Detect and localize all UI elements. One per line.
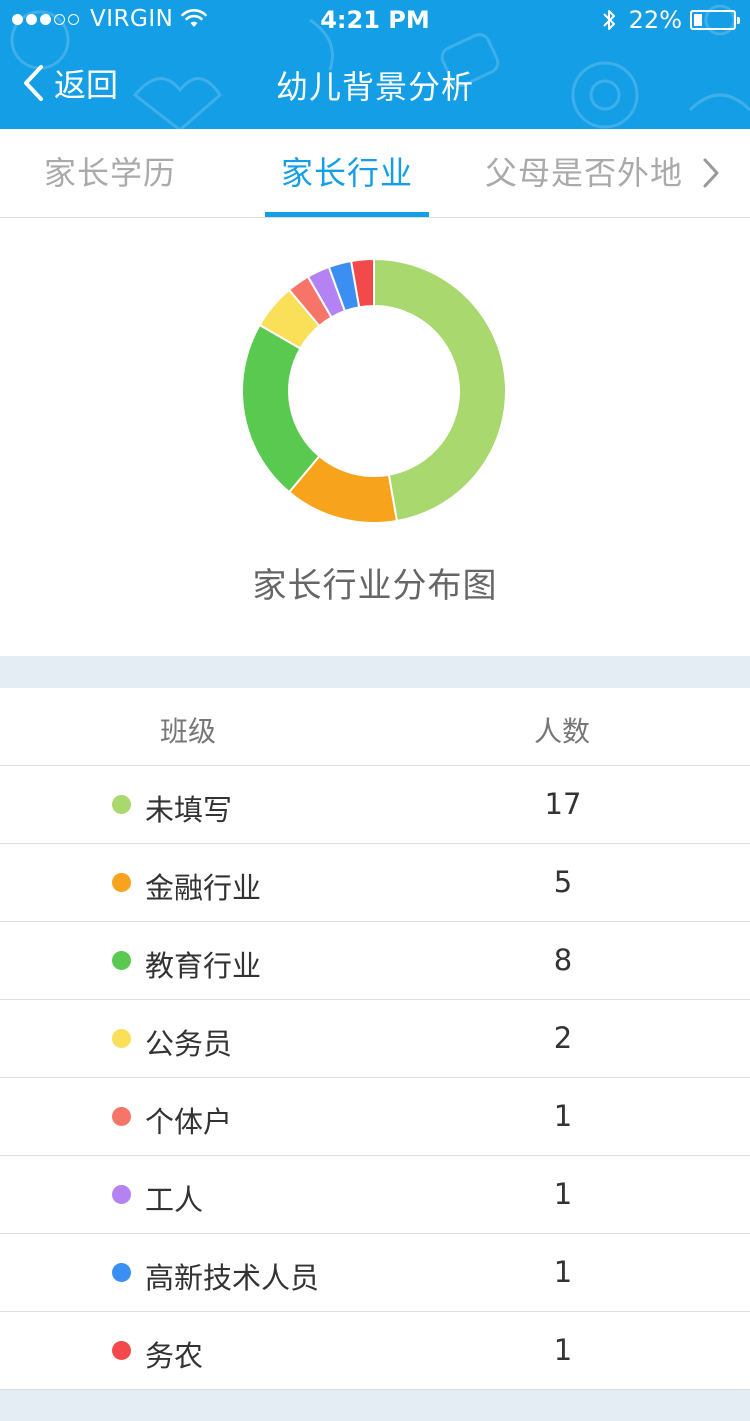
status-right: 22%	[601, 6, 740, 34]
row-label: 务农	[145, 1339, 204, 1373]
table-header: 班级 人数	[0, 688, 750, 766]
legend-color-dot	[112, 951, 131, 970]
table-row: 教育行业 8	[0, 922, 750, 1000]
table-row: 公务员 2	[0, 1000, 750, 1078]
row-label: 高新技术人员	[145, 1261, 320, 1295]
row-count: 1	[553, 1099, 573, 1133]
header-bar: VIRGIN 4:21 PM 22% 返回 幼儿背景分析	[0, 0, 750, 129]
table-row: 务农 1	[0, 1312, 750, 1390]
table-row: 个体户 1	[0, 1078, 750, 1156]
chart-title: 家长行业分布图	[252, 566, 498, 606]
row-label: 公务员	[145, 1027, 233, 1061]
page-title: 幼儿背景分析	[275, 68, 474, 106]
tab-parent-industry[interactable]: 家长行业	[265, 129, 429, 218]
legend-color-dot	[112, 1263, 131, 1282]
industry-table: 班级 人数 未填写 17 金融行业 5 教育行业 8 公务员 2 个体户 1 工人 1 高新技术人员 1 务…	[0, 688, 750, 1390]
table-row: 高新技术人员 1	[0, 1234, 750, 1312]
active-tab-indicator	[265, 212, 429, 217]
status-bar: VIRGIN 4:21 PM 22%	[0, 0, 750, 40]
column-header-count: 人数	[534, 715, 591, 748]
tab-parents-nonlocal[interactable]: 父母是否外地	[478, 129, 690, 218]
tab-bar: 家长学历 家长行业 父母是否外地	[0, 129, 750, 218]
row-count: 1	[553, 1333, 573, 1367]
legend-color-dot	[112, 1029, 131, 1048]
row-label: 金融行业	[145, 871, 262, 905]
table-row: 金融行业 5	[0, 844, 750, 922]
row-count: 1	[553, 1177, 573, 1211]
donut-slice	[241, 323, 321, 494]
nav-bar: 返回 幼儿背景分析	[0, 40, 750, 129]
battery-percent: 22%	[628, 6, 682, 34]
legend-color-dot	[112, 873, 131, 892]
tab-parent-education[interactable]: 家长学历	[20, 129, 200, 218]
battery-fill	[694, 14, 702, 26]
bluetooth-icon	[602, 10, 615, 30]
chevron-right-icon[interactable]	[700, 156, 722, 190]
column-header-class: 班级	[160, 715, 217, 748]
battery-icon	[690, 10, 740, 30]
legend-color-dot	[112, 1341, 131, 1360]
battery-nub	[737, 17, 740, 24]
row-count: 8	[553, 943, 573, 977]
row-count: 5	[553, 865, 573, 899]
donut-chart	[241, 258, 507, 524]
legend-color-dot	[112, 1185, 131, 1204]
row-label: 教育行业	[145, 949, 262, 983]
table-row: 未填写 17	[0, 766, 750, 844]
row-count: 17	[544, 787, 582, 821]
row-label: 未填写	[145, 793, 233, 827]
row-count: 2	[553, 1021, 573, 1055]
donut-slice	[373, 258, 507, 523]
row-label: 个体户	[145, 1105, 233, 1139]
table-row: 工人 1	[0, 1156, 750, 1234]
row-label: 工人	[145, 1183, 204, 1217]
legend-color-dot	[112, 1107, 131, 1126]
legend-color-dot	[112, 795, 131, 814]
row-count: 1	[553, 1255, 573, 1289]
chart-card: 家长行业分布图	[0, 218, 750, 656]
